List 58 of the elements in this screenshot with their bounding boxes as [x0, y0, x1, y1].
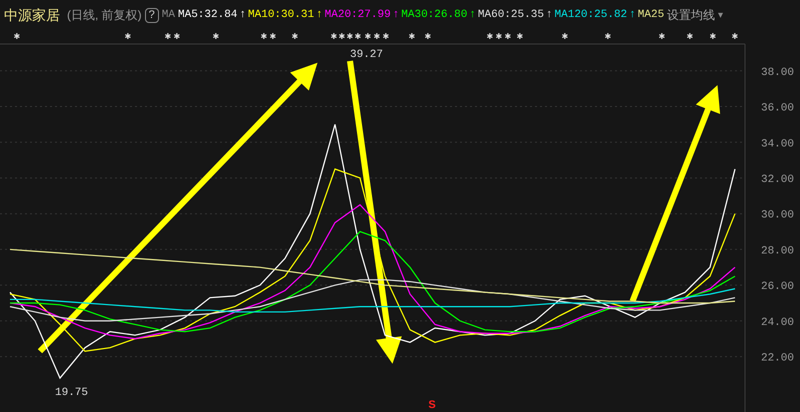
- event-marker: ✱: [174, 32, 180, 41]
- settings-button[interactable]: 设置均线: [667, 6, 716, 24]
- event-marker: ✱: [164, 32, 172, 41]
- help-button[interactable]: ?: [144, 8, 159, 22]
- caret-icon: ▾: [718, 8, 724, 22]
- event-marker: ✱: [338, 32, 346, 41]
- event-marker: ✱: [686, 32, 694, 41]
- event-marker: ✱: [710, 32, 716, 41]
- up-arrow-icon: ↑: [239, 6, 246, 24]
- y-tick-label: 32.00: [760, 174, 794, 186]
- y-tick-label: 26.00: [760, 281, 794, 294]
- legend-label: MA60:25.35: [478, 8, 544, 23]
- event-marker: ✱: [496, 32, 502, 41]
- price-label: 39.27: [350, 49, 384, 61]
- event-marker: ✱: [658, 32, 666, 41]
- legend-label: MA25: [638, 8, 664, 23]
- period-label: (日线, 前复权): [67, 7, 142, 24]
- up-arrow-icon: ↑: [469, 6, 476, 24]
- up-arrow-icon: ↑: [316, 6, 323, 24]
- event-marker: ✱: [14, 32, 20, 41]
- legend-label: MA20:27.99: [324, 8, 391, 23]
- event-marker: ✱: [562, 32, 568, 41]
- event-marker: ✱: [486, 32, 494, 41]
- legend-label: MA120:25.82: [554, 8, 628, 23]
- event-marker: ✱: [604, 32, 612, 41]
- event-marker: ✱: [408, 32, 416, 41]
- stock-title: 中源家居: [4, 6, 60, 24]
- event-marker: ✱: [346, 32, 354, 41]
- price-label: 19.75: [55, 387, 88, 399]
- event-marker: ✱: [504, 32, 512, 41]
- y-tick-label: 34.00: [760, 138, 794, 150]
- event-marker: ✱: [382, 32, 390, 41]
- event-marker: ✱: [292, 32, 298, 41]
- y-tick-label: 28.00: [760, 245, 794, 258]
- y-tick-label: 30.00: [760, 210, 794, 222]
- event-marker: ✱: [124, 32, 132, 41]
- event-marker: ✱: [354, 32, 362, 41]
- event-marker: ✱: [260, 32, 268, 41]
- legend-label: MA30:26.80: [401, 8, 468, 23]
- event-marker: ✱: [270, 32, 276, 41]
- event-marker: ✱: [364, 32, 372, 41]
- y-tick-label: 38.00: [760, 66, 794, 79]
- up-arrow-icon: ↑: [392, 6, 400, 24]
- legend-label: MA10:30.31: [248, 8, 314, 23]
- event-marker: ✱: [424, 32, 432, 41]
- event-marker: ✱: [732, 32, 738, 41]
- event-marker: ✱: [374, 32, 380, 41]
- event-marker: ✱: [330, 32, 338, 41]
- y-tick-label: 24.00: [760, 316, 794, 329]
- sell-signal-label: S: [428, 399, 436, 411]
- up-arrow-icon: ↑: [629, 6, 636, 24]
- event-marker: ✱: [212, 32, 220, 41]
- event-marker: ✱: [516, 32, 524, 41]
- legend-label: MA5:32.84: [178, 8, 238, 23]
- indicator-label: MA: [162, 8, 175, 23]
- up-arrow-icon: ↑: [546, 6, 553, 24]
- y-tick-label: 36.00: [760, 102, 794, 115]
- y-tick-label: 22.00: [760, 352, 794, 365]
